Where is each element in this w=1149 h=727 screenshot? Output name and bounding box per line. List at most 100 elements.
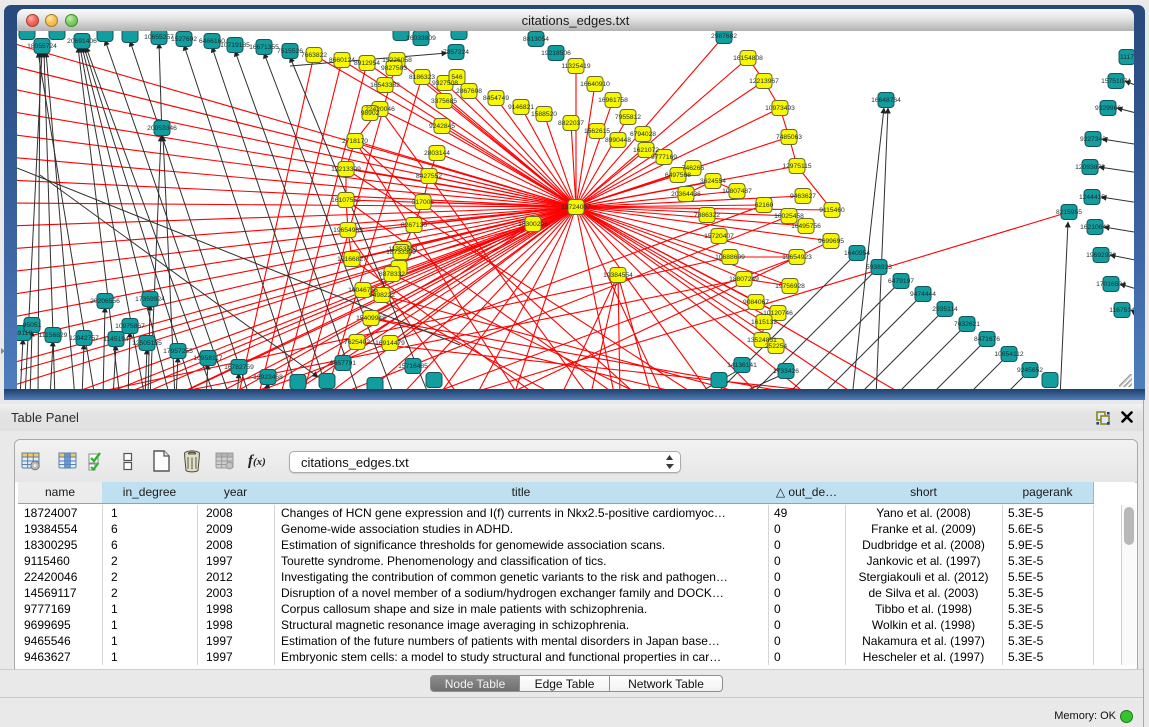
svg-text:16648764: 16648764	[871, 97, 901, 104]
svg-text:19384554: 19384554	[603, 272, 633, 279]
svg-text:16495756: 16495756	[791, 223, 821, 230]
svg-text:15751074: 15751074	[1101, 78, 1131, 85]
svg-text:12505135: 12505135	[132, 340, 162, 347]
svg-text:9657791: 9657791	[330, 360, 356, 367]
svg-text:9329966: 9329966	[1095, 105, 1121, 112]
svg-text:7485063: 7485063	[776, 134, 802, 141]
svg-text:16961758: 16961758	[598, 97, 628, 104]
svg-text:1640954: 1640954	[844, 250, 870, 257]
svg-text:12093872: 12093872	[1075, 164, 1105, 171]
svg-text:95051: 95051	[23, 322, 42, 329]
svg-text:8215955: 8215955	[1056, 209, 1082, 216]
svg-text:8427552: 8427552	[416, 173, 442, 180]
svg-text:18724007: 18724007	[561, 204, 591, 211]
svg-text:10120746: 10120746	[763, 310, 793, 317]
svg-text:10688609: 10688609	[715, 254, 745, 261]
svg-text:16543382: 16543382	[370, 82, 400, 89]
svg-text:2867608: 2867608	[456, 88, 482, 95]
svg-text:6479197: 6479197	[888, 278, 914, 285]
svg-text:2935114: 2935114	[932, 306, 958, 313]
svg-text:9115460: 9115460	[819, 207, 845, 214]
svg-text:20691406: 20691406	[67, 38, 97, 45]
svg-text:317006: 317006	[412, 199, 435, 206]
svg-text:20364436: 20364436	[671, 191, 701, 198]
svg-text:15720407: 15720407	[704, 233, 734, 240]
svg-text:17359924: 17359924	[135, 296, 165, 303]
svg-text:9242845: 9242845	[429, 123, 455, 130]
svg-text:10719185: 10719185	[220, 42, 250, 49]
svg-text:10975867: 10975867	[115, 323, 145, 330]
svg-text:12975115: 12975115	[782, 163, 812, 170]
svg-text:10973493: 10973493	[765, 105, 795, 112]
svg-text:9084067: 9084067	[743, 299, 769, 306]
svg-text:8660124: 8660124	[329, 57, 355, 64]
svg-text:10655257: 10655257	[144, 34, 174, 41]
svg-text:11156829: 11156829	[39, 332, 68, 339]
svg-text:8878332: 8878332	[379, 271, 405, 278]
svg-text:16210643: 16210643	[1080, 224, 1110, 231]
svg-text:7625402: 7625402	[344, 339, 370, 346]
svg-text:39119: 39119	[17, 330, 32, 337]
svg-text:15409948: 15409948	[356, 315, 386, 322]
svg-text:19756928: 19756928	[775, 283, 805, 290]
svg-text:9327508: 9327508	[432, 80, 458, 87]
svg-text:10654112: 10654112	[994, 351, 1024, 358]
svg-text:17016504: 17016504	[1096, 281, 1126, 288]
svg-text:9777169: 9777169	[651, 154, 677, 161]
svg-text:18733399: 18733399	[386, 249, 416, 256]
svg-text:16671355: 16671355	[249, 44, 279, 51]
svg-text:1117: 1117	[1120, 54, 1134, 61]
svg-text:11325419: 11325419	[561, 63, 591, 70]
svg-text:10807487: 10807487	[722, 188, 752, 195]
svg-text:5938923: 5938923	[866, 264, 892, 271]
svg-text:9146821: 9146821	[508, 104, 534, 111]
svg-text:7886322: 7886322	[694, 212, 720, 219]
svg-text:1733426: 1733426	[773, 368, 799, 375]
svg-text:19166827: 19166827	[337, 256, 367, 263]
svg-text:16914479: 16914479	[375, 340, 405, 347]
svg-text:12213309: 12213309	[331, 166, 361, 173]
svg-text:17957255: 17957255	[163, 348, 193, 355]
svg-text:19692971: 19692971	[1086, 252, 1116, 259]
svg-text:252254: 252254	[765, 343, 788, 350]
svg-text:7955812: 7955812	[615, 114, 641, 121]
svg-text:9699695: 9699695	[818, 238, 844, 245]
svg-text:3624554: 3624554	[700, 178, 726, 185]
svg-text:16640910: 16640910	[580, 81, 610, 88]
svg-text:546: 546	[451, 74, 462, 81]
svg-text:1167534: 1167534	[1109, 307, 1134, 314]
svg-text:7632621: 7632621	[954, 321, 980, 328]
svg-text:9463627: 9463627	[790, 193, 816, 200]
svg-text:18807249: 18807249	[729, 276, 759, 283]
svg-text:10025458: 10025458	[774, 213, 804, 220]
svg-text:16107552: 16107552	[331, 197, 361, 204]
svg-text:18300295: 18300295	[518, 221, 548, 228]
svg-text:16033809: 16033809	[406, 35, 436, 42]
svg-text:6794028: 6794028	[630, 131, 656, 138]
svg-text:9245652: 9245652	[1017, 367, 1043, 374]
svg-text:10958117: 10958117	[193, 355, 223, 362]
svg-text:18055724: 18055724	[27, 43, 57, 50]
svg-text:8471676: 8471676	[974, 336, 1000, 343]
svg-text:19654985: 19654985	[333, 227, 363, 234]
svg-text:2803144: 2803144	[424, 150, 450, 157]
svg-text:8454749: 8454749	[483, 95, 509, 102]
svg-text:6497568: 6497568	[665, 172, 691, 179]
svg-text:19218506: 19218506	[541, 50, 571, 57]
svg-text:19654923: 19654923	[782, 254, 812, 261]
svg-text:8267130: 8267130	[401, 222, 427, 229]
svg-text:20206556: 20206556	[90, 298, 120, 305]
svg-text:7515526: 7515526	[277, 48, 303, 55]
svg-text:9227343: 9227343	[1080, 136, 1106, 143]
svg-text:8813054: 8813054	[523, 36, 549, 43]
svg-text:20053346: 20053346	[147, 125, 177, 132]
svg-text:2718170: 2718170	[342, 138, 368, 145]
svg-text:16782759: 16782759	[224, 364, 254, 371]
svg-text:1527602: 1527602	[171, 36, 197, 43]
svg-text:16154808: 16154808	[733, 55, 763, 62]
svg-text:1145194: 1145194	[103, 336, 129, 343]
svg-text:14136141: 14136141	[727, 362, 757, 369]
svg-text:62160: 62160	[755, 202, 774, 209]
svg-text:2987682: 2987682	[711, 33, 737, 40]
svg-text:12923468: 12923468	[253, 374, 283, 381]
